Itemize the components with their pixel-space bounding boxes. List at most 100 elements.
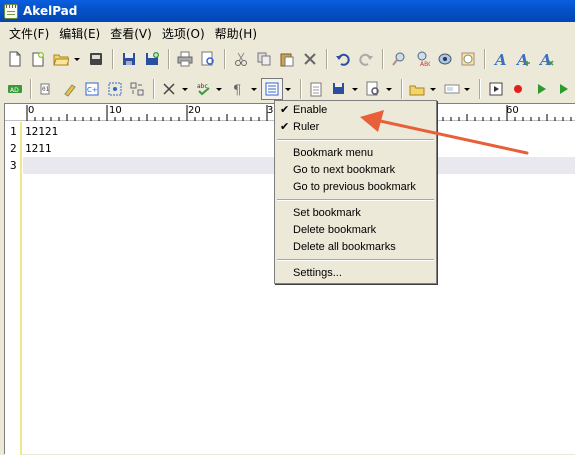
undo-icon[interactable] — [332, 48, 354, 70]
preview-dropdown[interactable] — [385, 78, 393, 100]
menu-item-enable[interactable]: ✔ Enable — [275, 102, 436, 119]
spellcheck-icon[interactable]: abc — [193, 78, 214, 100]
menu-help[interactable]: 帮助(H) — [210, 23, 262, 44]
save-session-dropdown[interactable] — [351, 78, 359, 100]
find-icon[interactable] — [388, 48, 410, 70]
text-color-icon[interactable]: A — [536, 48, 558, 70]
title-bar: AkelPad — [0, 0, 575, 22]
preview-icon[interactable] — [362, 78, 383, 100]
ruler-label: 0 — [28, 105, 35, 116]
menu-item-label: Settings... — [293, 267, 342, 279]
plugin-green-icon[interactable]: AD — [4, 78, 25, 100]
separator — [479, 79, 482, 99]
highlight-icon[interactable] — [59, 78, 80, 100]
svg-text:abc: abc — [197, 83, 208, 90]
menu-item-delete-bookmark[interactable]: Delete bookmark — [275, 222, 436, 239]
menu-item-label: Delete all bookmarks — [293, 241, 396, 253]
separator — [152, 79, 155, 99]
favorites-icon[interactable] — [407, 78, 428, 100]
separator — [382, 49, 384, 69]
separator — [326, 49, 328, 69]
goto-icon[interactable] — [434, 48, 456, 70]
clock-icon[interactable] — [457, 48, 479, 70]
text-bold-icon[interactable]: A — [513, 48, 535, 70]
menu-item-label: Delete bookmark — [293, 224, 377, 236]
svg-text:¶: ¶ — [233, 83, 241, 97]
menu-separator — [277, 139, 434, 141]
svg-text:01: 01 — [42, 86, 50, 93]
print-preview-icon[interactable] — [197, 48, 219, 70]
new-file-icon[interactable] — [4, 48, 26, 70]
menu-item-delete-all[interactable]: Delete all bookmarks — [275, 239, 436, 256]
spellcheck-dropdown[interactable] — [215, 78, 223, 100]
menu-item-prev-bookmark[interactable]: Go to previous bookmark — [275, 179, 436, 196]
separator — [168, 49, 170, 69]
new-window-icon[interactable] — [27, 48, 49, 70]
bookmarks-popup-menu: ✔ Enable ✔ Ruler Bookmark menu Go to nex… — [274, 100, 437, 284]
open-folder-icon[interactable] — [50, 48, 72, 70]
checkmark-icon: ✔ — [280, 121, 290, 133]
recent-icon[interactable] — [85, 48, 107, 70]
delete-icon[interactable] — [299, 48, 321, 70]
menu-separator — [277, 259, 434, 261]
window-list-icon[interactable] — [441, 78, 462, 100]
special-char-icon[interactable] — [126, 78, 147, 100]
svg-text:ABC: ABC — [420, 61, 430, 67]
code-line[interactable]: 1211 — [25, 142, 52, 155]
paste-icon[interactable] — [276, 48, 298, 70]
menu-item-label: Go to previous bookmark — [293, 181, 416, 193]
close-dropdown[interactable] — [181, 78, 189, 100]
pilcrow-dropdown[interactable] — [250, 78, 258, 100]
menu-view[interactable]: 查看(V) — [105, 23, 157, 44]
close-icon[interactable] — [159, 78, 180, 100]
ruler-label: 20 — [188, 105, 201, 116]
macro-play-icon[interactable] — [485, 78, 506, 100]
play-repeat-icon[interactable] — [553, 78, 574, 100]
line-number: 3 — [10, 159, 17, 172]
menu-options[interactable]: 选项(O) — [157, 23, 210, 44]
separator — [112, 49, 114, 69]
cut-icon[interactable] — [230, 48, 252, 70]
record-icon[interactable] — [508, 78, 529, 100]
print-icon[interactable] — [174, 48, 196, 70]
open-dropdown[interactable] — [73, 48, 81, 70]
save-icon[interactable] — [118, 48, 140, 70]
svg-text:C+: C+ — [87, 86, 98, 94]
line-number: 2 — [10, 142, 17, 155]
bookmarks-dropdown[interactable] — [284, 78, 292, 100]
code-line[interactable]: 12121 — [25, 125, 58, 138]
replace-icon[interactable]: ABC — [411, 48, 433, 70]
copy-icon[interactable] — [253, 48, 275, 70]
redo-icon[interactable] — [355, 48, 377, 70]
separator — [30, 79, 33, 99]
menu-edit[interactable]: 编辑(E) — [54, 23, 105, 44]
code-fold-icon[interactable]: C+ — [81, 78, 102, 100]
menu-item-bookmark-menu[interactable]: Bookmark menu — [275, 145, 436, 162]
pilcrow-icon[interactable]: ¶ — [227, 78, 248, 100]
ruler-label: 60 — [506, 105, 519, 116]
menu-item-label: Set bookmark — [293, 207, 361, 219]
play-icon[interactable] — [530, 78, 551, 100]
svg-text:AD: AD — [10, 87, 19, 94]
menu-item-settings[interactable]: Settings... — [275, 265, 436, 282]
coder-icon[interactable]: 01 — [36, 78, 57, 100]
plugin-toolbar: AD 01 C+ abc ¶ — [0, 75, 575, 103]
menu-item-ruler[interactable]: ✔ Ruler — [275, 119, 436, 136]
menu-file[interactable]: 文件(F) — [4, 23, 54, 44]
font-icon[interactable]: A — [490, 48, 512, 70]
save-session-icon[interactable] — [328, 78, 349, 100]
autocomplete-icon[interactable] — [104, 78, 125, 100]
menu-separator — [277, 199, 434, 201]
bookmarks-icon[interactable] — [261, 78, 283, 100]
clipboard-icon[interactable] — [306, 78, 327, 100]
save-all-icon[interactable] — [141, 48, 163, 70]
akelpad-icon — [4, 3, 18, 19]
menu-item-label: Bookmark menu — [293, 147, 374, 159]
separator — [224, 49, 226, 69]
ruler-label: 10 — [109, 105, 122, 116]
window-list-dropdown[interactable] — [463, 78, 471, 100]
menu-item-next-bookmark[interactable]: Go to next bookmark — [275, 162, 436, 179]
ruler-label: 3 — [267, 105, 274, 116]
favorites-dropdown[interactable] — [429, 78, 437, 100]
menu-item-set-bookmark[interactable]: Set bookmark — [275, 205, 436, 222]
